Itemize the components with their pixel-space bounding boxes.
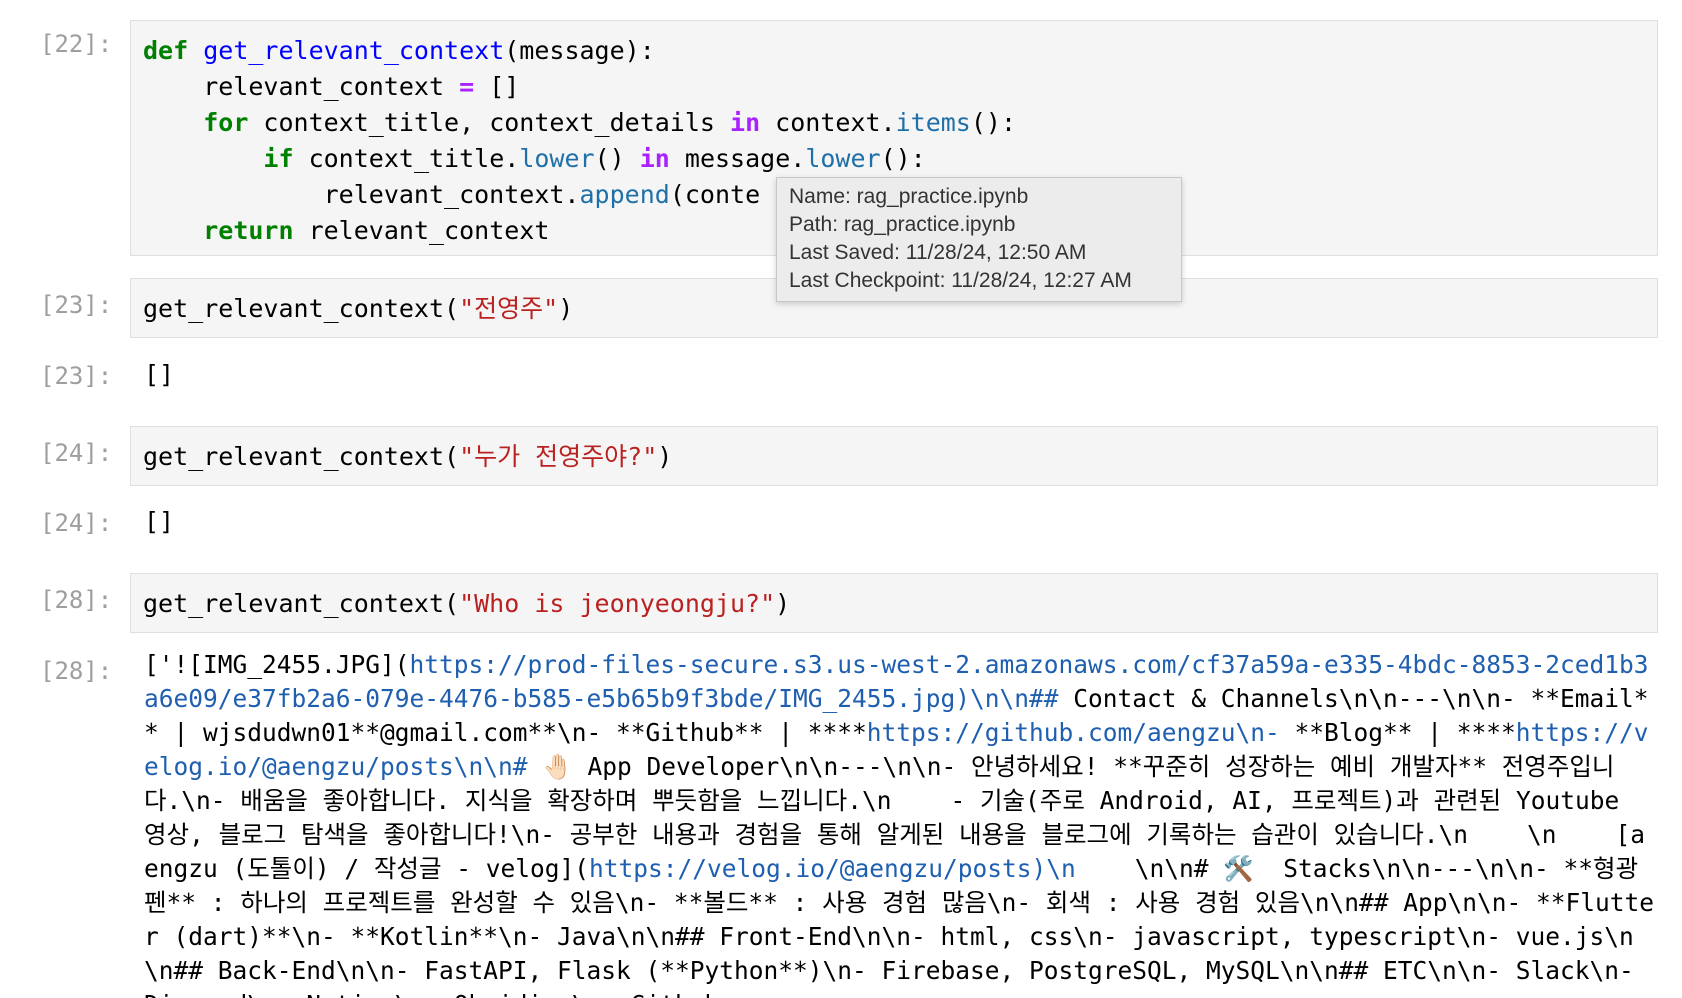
code-line: for context_title, context_details in co… [143, 105, 1645, 141]
code-editor[interactable]: get_relevant_context("누가 전영주야?") [131, 427, 1657, 487]
input-prompt: [23]: [40, 291, 113, 319]
code-token: (conte [669, 180, 761, 209]
code-token: lower [519, 144, 595, 173]
code-token: context. [760, 108, 896, 137]
notebook: [22]: def get_relevant_context(message):… [0, 0, 1682, 998]
output-text: **Blog** | **** [1279, 718, 1516, 747]
code-token: append [579, 180, 670, 209]
code-token: relevant_context [143, 72, 460, 101]
code-token: "전영주" [459, 294, 559, 323]
output-prompt: [24]: [40, 509, 113, 537]
code-token: get_relevant_context( [143, 589, 460, 618]
cell-output: [] [144, 507, 175, 536]
code-token: ) [657, 442, 673, 471]
output-text: ['![IMG_2455.JPG]( [144, 650, 410, 679]
input-prompt: [28]: [40, 586, 113, 614]
code-token: relevant_context [293, 216, 550, 245]
code-token: if [263, 144, 294, 173]
code-token: context_title. [293, 144, 520, 173]
code-line: get_relevant_context("누가 전영주야?") [143, 439, 1645, 475]
code-token: get_relevant_context( [143, 442, 460, 471]
code-line: get_relevant_context("Who is jeonyeongju… [143, 586, 1645, 622]
input-prompt: [22]: [40, 30, 113, 58]
tooltip-path: Path: rag_practice.ipynb [789, 213, 1016, 236]
code-token: (message): [504, 36, 655, 65]
code-token: (): [970, 108, 1017, 137]
code-cell-input[interactable]: get_relevant_context("누가 전영주야?") [130, 426, 1658, 486]
cell-output: [] [144, 360, 175, 389]
notebook-info-tooltip: Name: rag_practice.ipynb Path: rag_pract… [776, 177, 1182, 302]
code-cell-input[interactable]: get_relevant_context("Who is jeonyeongju… [130, 573, 1658, 633]
code-token: def [143, 36, 189, 65]
output-link[interactable]: https://velog.io/@aengzu/posts)\n [589, 854, 1076, 883]
code-token: return [203, 216, 294, 245]
cell-output-text: ['![IMG_2455.JPG](https://prod-files-sec… [144, 648, 1654, 998]
code-token: relevant_context. [143, 180, 580, 209]
code-token: [] [474, 72, 520, 101]
code-token: get_relevant_context( [143, 294, 460, 323]
code-token: lower [805, 144, 881, 173]
code-editor[interactable]: get_relevant_context("Who is jeonyeongju… [131, 574, 1657, 634]
code-token: (): [880, 144, 926, 173]
code-line: relevant_context = [] [143, 69, 1645, 105]
code-token: for [203, 108, 249, 137]
code-line: if context_title.lower() in message.lowe… [143, 141, 1645, 177]
code-token: () [594, 144, 640, 173]
code-token: items [895, 108, 971, 137]
code-token: in [639, 144, 670, 173]
code-token: "누가 전영주야?" [459, 442, 658, 471]
code-token: message. [669, 144, 806, 173]
code-token: in [730, 108, 761, 137]
tooltip-name: Name: rag_practice.ipynb [789, 185, 1029, 208]
code-token: ) [558, 294, 574, 323]
code-line: def get_relevant_context(message): [143, 33, 1645, 69]
tooltip-last-saved: Last Saved: 11/28/24, 12:50 AM [789, 241, 1087, 264]
code-token: ) [775, 589, 791, 618]
tooltip-last-checkpoint: Last Checkpoint: 11/28/24, 12:27 AM [789, 269, 1132, 292]
output-link[interactable]: https://github.com/aengzu\n- [867, 718, 1280, 747]
output-prompt: [23]: [40, 362, 113, 390]
input-prompt: [24]: [40, 439, 113, 467]
code-token: get_relevant_context [203, 36, 505, 65]
output-prompt: [28]: [40, 657, 113, 685]
code-token: context_title, context_details [248, 108, 731, 137]
code-token: "Who is jeonyeongju?" [459, 589, 776, 618]
code-token: = [459, 72, 475, 101]
